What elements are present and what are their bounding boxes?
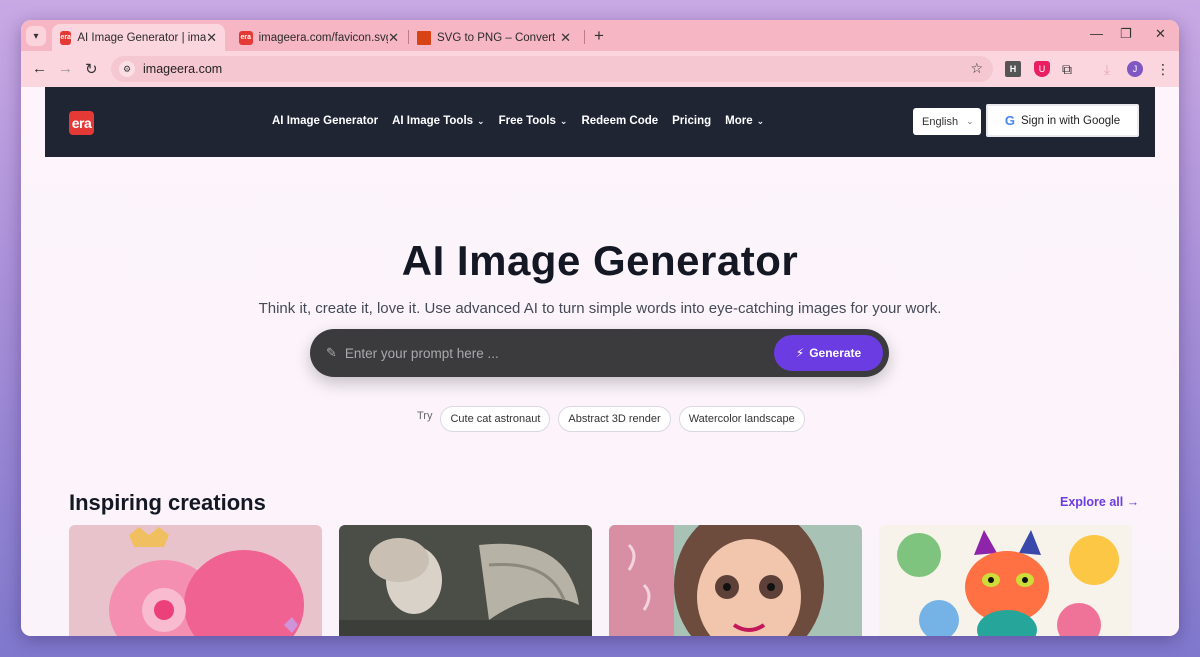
generate-label: Generate	[809, 346, 862, 360]
svg-to-png-icon	[417, 30, 431, 45]
close-window-icon[interactable]: ✕	[1155, 26, 1166, 42]
tab-svg-to-png[interactable]: SVG to PNG – Convert SVG files ✕	[409, 24, 579, 51]
tab-title: imageera.com/favicon.svg	[258, 31, 389, 44]
tab-strip: ▾ era AI Image Generator | imageera ✕ er…	[21, 20, 1179, 51]
extension-h-icon[interactable]: H	[1005, 61, 1021, 77]
try-label: Try	[417, 410, 433, 422]
address-bar[interactable]: ⚙ imageera.com ☆	[111, 56, 993, 82]
tab-title: SVG to PNG – Convert SVG files	[437, 31, 557, 44]
marble-angel-sculpture-image	[339, 525, 592, 636]
reload-icon[interactable]: ↻	[85, 60, 98, 78]
pink-heart-sculpture-image	[69, 525, 322, 636]
lightning-bolt-icon: ⚡	[795, 346, 805, 360]
tab-title: AI Image Generator | imageera	[77, 31, 207, 44]
page-title: AI Image Generator	[401, 237, 799, 284]
close-tab-icon[interactable]: ✕	[560, 30, 571, 46]
site-settings-icon[interactable]: ⚙	[119, 61, 135, 77]
download-icon[interactable]: ⤓	[1099, 61, 1115, 77]
minimize-icon[interactable]: —	[1090, 26, 1103, 41]
main-nav: AI Image Generator AI Image Tools ⌄ Free …	[272, 115, 778, 127]
new-tab-plus-icon[interactable]: +	[594, 26, 604, 46]
back-arrow-icon[interactable]: ←	[32, 60, 47, 77]
nav-more[interactable]: More ⌄	[725, 115, 764, 127]
section-title: Inspiring creations	[69, 490, 266, 515]
close-tab-icon[interactable]: ✕	[388, 30, 399, 46]
forward-arrow-icon[interactable]: →	[58, 60, 73, 77]
chevron-down-icon: ⌄	[756, 116, 765, 126]
era-favicon-icon: era	[239, 30, 253, 45]
nav-ai-image-generator[interactable]: AI Image Generator	[272, 115, 378, 127]
prompt-bar: ✎ Enter your prompt here ... ⚡ Generate	[310, 329, 889, 377]
nav-pricing[interactable]: Pricing	[672, 115, 711, 127]
google-icon: G	[1004, 113, 1016, 128]
address-url[interactable]: imageera.com	[143, 62, 222, 76]
browser-menu-icon[interactable]: ⋮	[1155, 61, 1171, 77]
cartoon-girl-portrait-image	[609, 525, 862, 636]
language-value: English	[922, 115, 959, 128]
nav-free-tools[interactable]: Free Tools ⌄	[499, 115, 568, 127]
signin-label: Sign in with Google	[1021, 114, 1121, 127]
bookmark-star-icon[interactable]: ☆	[970, 60, 983, 77]
profile-avatar[interactable]: J	[1127, 61, 1143, 77]
extensions-puzzle-icon[interactable]: ⧉	[1059, 61, 1075, 77]
explore-all-link[interactable]: Explore all →	[1060, 495, 1139, 509]
era-favicon-icon: era	[60, 30, 72, 45]
restore-icon[interactable]: ❐	[1120, 26, 1132, 42]
rainbow-cat-painting-image	[879, 525, 1132, 636]
suggestion-chip[interactable]: Watercolor landscape	[678, 406, 805, 432]
chevron-down-icon: ⌄	[559, 116, 568, 126]
suggestion-chip[interactable]: Cute cat astronaut	[440, 406, 551, 432]
nav-redeem-code[interactable]: Redeem Code	[581, 115, 658, 127]
suggestion-chip[interactable]: Abstract 3D render	[558, 406, 671, 432]
hero-subtitle: Think it, create it, love it. Use advanc…	[258, 300, 942, 317]
prompt-input[interactable]: Enter your prompt here ...	[345, 346, 499, 361]
gallery-card[interactable]	[879, 525, 1132, 636]
arrow-right-icon: →	[1126, 495, 1140, 509]
browser-window: ▾ era AI Image Generator | imageera ✕ er…	[21, 20, 1179, 636]
gallery-card[interactable]	[69, 525, 322, 636]
extension-shield-icon[interactable]: U	[1034, 61, 1050, 77]
site-header: era AI Image Generator AI Image Tools ⌄ F…	[45, 87, 1155, 157]
chevron-down-icon: ⌄	[477, 116, 485, 126]
era-logo[interactable]: era	[69, 111, 94, 135]
close-tab-icon[interactable]: ✕	[206, 30, 217, 46]
gallery-card[interactable]	[339, 525, 592, 636]
web-page: era AI Image Generator AI Image Tools ⌄ F…	[21, 87, 1179, 636]
tab-separator	[584, 30, 585, 44]
nav-ai-image-tools[interactable]: AI Image Tools ⌄	[392, 115, 485, 127]
tab-ai-image-generator[interactable]: era AI Image Generator | imageera ✕	[52, 24, 225, 51]
generate-button[interactable]: ⚡ Generate	[774, 335, 883, 371]
google-signin-button[interactable]: G Sign in with Google	[986, 104, 1139, 137]
browser-toolbar: ← → ↻ ⚙ imageera.com ☆ H U ⧉ ⤓ J ⋮	[21, 51, 1179, 87]
language-select[interactable]: English ⌄	[913, 108, 981, 135]
gallery-card[interactable]	[609, 525, 862, 636]
tab-list-chevron-down-icon[interactable]: ▾	[26, 26, 46, 46]
suggestion-row: Try Cute cat astronaut Abstract 3D rende…	[417, 406, 813, 432]
brush-icon: ✎	[326, 345, 337, 360]
chevron-down-icon: ⌄	[966, 116, 974, 126]
tab-favicon-svg[interactable]: era imageera.com/favicon.svg ✕	[231, 24, 407, 51]
